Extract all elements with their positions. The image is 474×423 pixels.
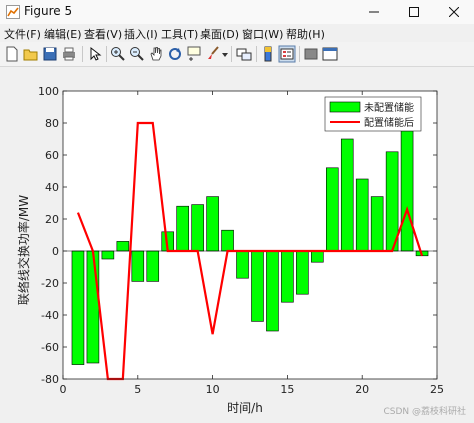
y-tick-label: 0 — [52, 245, 59, 258]
x-tick-label: 5 — [134, 383, 141, 396]
toolbar-separator — [106, 46, 107, 62]
brush-dropdown-icon[interactable] — [221, 45, 229, 63]
colorbar-icon[interactable] — [259, 45, 277, 63]
x-tick-label: 10 — [206, 383, 220, 396]
y-axis-label: 联络线交换功率/MW — [16, 195, 31, 305]
menu-edit[interactable]: 编辑(E) — [44, 26, 82, 42]
y-tick-label: 80 — [45, 117, 59, 130]
y-tick-label: 20 — [45, 213, 59, 226]
title-bar: Figure 5 — [0, 0, 474, 24]
x-tick-label: 15 — [280, 383, 294, 396]
minimize-icon — [369, 11, 379, 13]
bar — [86, 250, 100, 364]
legend-label: 配置储能后 — [364, 116, 414, 129]
bar — [131, 250, 145, 282]
menu-insert[interactable]: 插入(I) — [124, 26, 158, 42]
watermark: CSDN @荔枝科研社 — [383, 407, 466, 417]
zoom-in-icon[interactable] — [109, 45, 127, 63]
y-tick-label: -20 — [41, 277, 59, 290]
toolbar-separator — [256, 46, 257, 62]
minimize-button[interactable] — [354, 0, 394, 24]
link-plot-icon[interactable] — [235, 45, 253, 63]
bar — [146, 250, 160, 282]
legend-icon[interactable] — [278, 45, 296, 63]
bar-line-chart[interactable]: 0 5 10 15 20 25 -80 -60 -40 -20 0 20 40 60 80 100 未配置储能… — [0, 67, 474, 419]
data-cursor-icon[interactable] — [185, 45, 203, 63]
bar — [281, 250, 294, 303]
menu-file[interactable]: 文件(F) — [4, 26, 41, 42]
figure-area: 0 5 10 15 20 25 -80 -60 -40 -20 0 20 40 60 80 100 未配置储能… — [0, 67, 474, 419]
bar — [355, 178, 369, 252]
bar — [116, 241, 130, 252]
bar — [370, 196, 384, 252]
menu-tools[interactable]: 工具(T) — [161, 26, 198, 42]
x-axis-label: 时间/h — [227, 401, 263, 415]
bar — [325, 167, 339, 252]
maximize-icon — [409, 7, 419, 17]
print-icon[interactable] — [60, 45, 78, 63]
new-figure-icon[interactable] — [3, 45, 21, 63]
close-button[interactable] — [434, 0, 474, 24]
figure-toolbar — [0, 42, 474, 67]
legend-label: 未配置储能 — [364, 101, 414, 114]
bar — [266, 250, 279, 332]
menu-view[interactable]: 查看(V) — [84, 26, 122, 42]
y-tick-label: 60 — [45, 149, 59, 162]
toolbar-separator — [299, 46, 300, 62]
x-tick-label: 25 — [430, 383, 444, 396]
hide-tools-icon[interactable] — [302, 45, 320, 63]
bar — [101, 250, 115, 260]
save-icon[interactable] — [41, 45, 59, 63]
bar — [251, 250, 264, 322]
y-tick-label: 100 — [38, 85, 59, 98]
maximize-button[interactable] — [394, 0, 434, 24]
y-tick-label: 40 — [45, 181, 59, 194]
toolbar-separator — [231, 46, 232, 62]
close-icon — [449, 7, 459, 17]
matlab-figure-icon — [6, 5, 20, 19]
show-tools-icon[interactable] — [321, 45, 339, 63]
bar — [400, 130, 414, 252]
bar — [236, 250, 249, 279]
menu-window[interactable]: 窗口(W) — [242, 26, 283, 42]
menu-help[interactable]: 帮助(H) — [286, 26, 325, 42]
legend-swatch-bar — [329, 101, 361, 113]
x-tick-label: 20 — [355, 383, 369, 396]
toolbar-separator — [82, 46, 83, 62]
y-tick-label: -60 — [41, 341, 59, 354]
bar — [340, 138, 354, 252]
bar — [71, 250, 85, 365]
y-tick-label: -80 — [41, 373, 59, 386]
bar — [206, 196, 219, 252]
pan-icon[interactable] — [147, 45, 165, 63]
bar — [191, 204, 204, 252]
brush-icon[interactable] — [204, 45, 222, 63]
window-title: Figure 5 — [24, 4, 73, 18]
y-tick-label: -40 — [41, 309, 59, 322]
bar — [221, 229, 234, 252]
bar — [311, 250, 324, 263]
open-file-icon[interactable] — [22, 45, 40, 63]
rotate-3d-icon[interactable] — [166, 45, 184, 63]
bar — [296, 250, 309, 295]
bar — [176, 205, 189, 252]
edit-plot-icon[interactable] — [86, 45, 104, 63]
menu-bar: 文件(F) 编辑(E) 查看(V) 插入(I) 工具(T) 桌面(D) 窗口(W… — [0, 24, 474, 42]
zoom-out-icon[interactable] — [128, 45, 146, 63]
menu-desktop[interactable]: 桌面(D) — [200, 26, 239, 42]
x-tick-label: 0 — [60, 383, 67, 396]
